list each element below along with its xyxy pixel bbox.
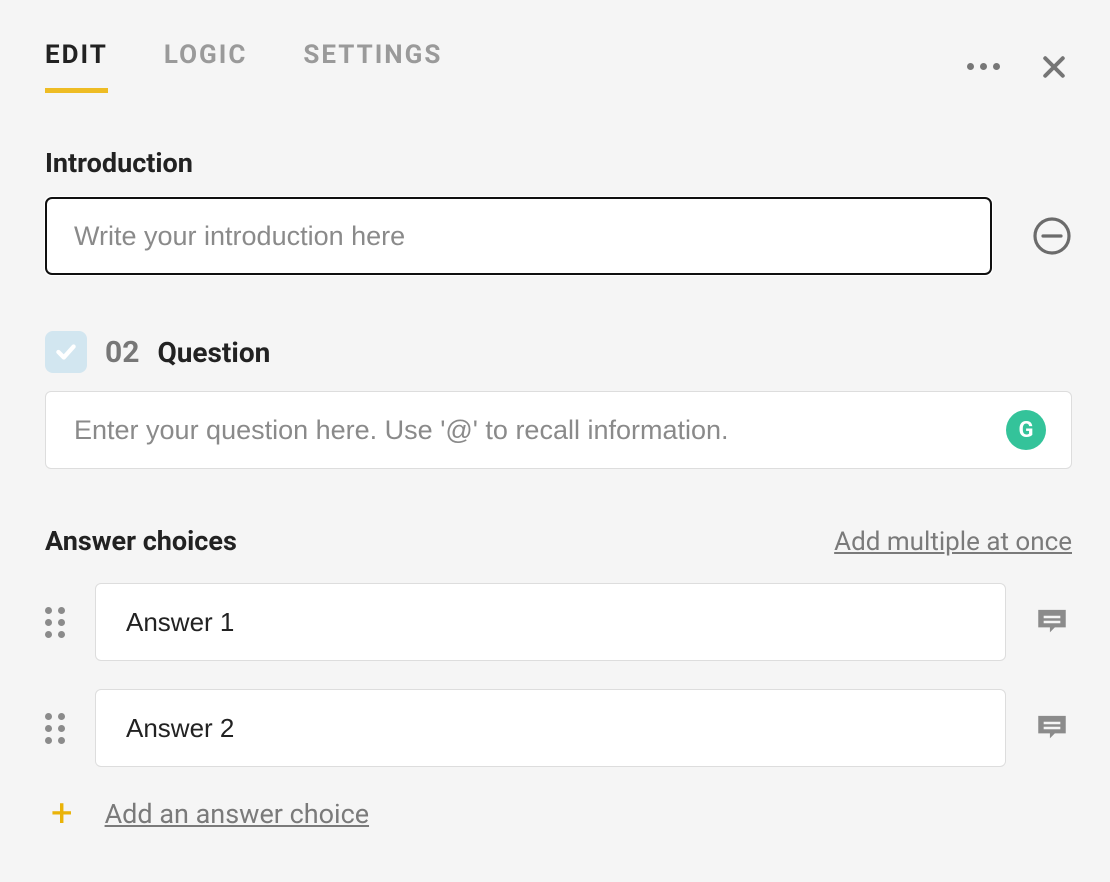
tabs: EDIT LOGIC SETTINGS (45, 40, 442, 93)
introduction-heading: Introduction (45, 147, 1072, 179)
drag-handle-icon[interactable] (45, 607, 69, 638)
comment-icon (1032, 602, 1072, 642)
check-icon (53, 339, 79, 365)
introduction-input[interactable] (45, 197, 992, 275)
question-input[interactable] (45, 391, 1072, 469)
add-answer-link[interactable]: Add an answer choice (105, 798, 369, 830)
add-multiple-link[interactable]: Add multiple at once (834, 527, 1072, 557)
question-title: Question (157, 336, 270, 369)
answer-input[interactable] (95, 689, 1006, 767)
minus-circle-icon (1032, 216, 1072, 256)
remove-introduction-button[interactable] (1032, 216, 1072, 256)
tab-edit[interactable]: EDIT (45, 40, 108, 93)
answer-comment-button[interactable] (1032, 602, 1072, 642)
plus-icon: + (51, 795, 73, 833)
answer-row (45, 583, 1072, 661)
answer-choices-heading: Answer choices (45, 525, 237, 557)
tab-logic[interactable]: LOGIC (164, 40, 248, 93)
drag-handle-icon[interactable] (45, 713, 69, 744)
question-number: 02 (105, 335, 139, 370)
question-type-badge (45, 331, 87, 373)
more-button[interactable] (963, 59, 1004, 74)
close-icon (1039, 52, 1069, 82)
answer-input[interactable] (95, 583, 1006, 661)
close-button[interactable] (1036, 49, 1072, 85)
comment-icon (1032, 708, 1072, 748)
answer-row (45, 689, 1072, 767)
answer-comment-button[interactable] (1032, 708, 1072, 748)
grammarly-icon[interactable]: G (1006, 410, 1046, 450)
tab-settings[interactable]: SETTINGS (303, 40, 442, 93)
